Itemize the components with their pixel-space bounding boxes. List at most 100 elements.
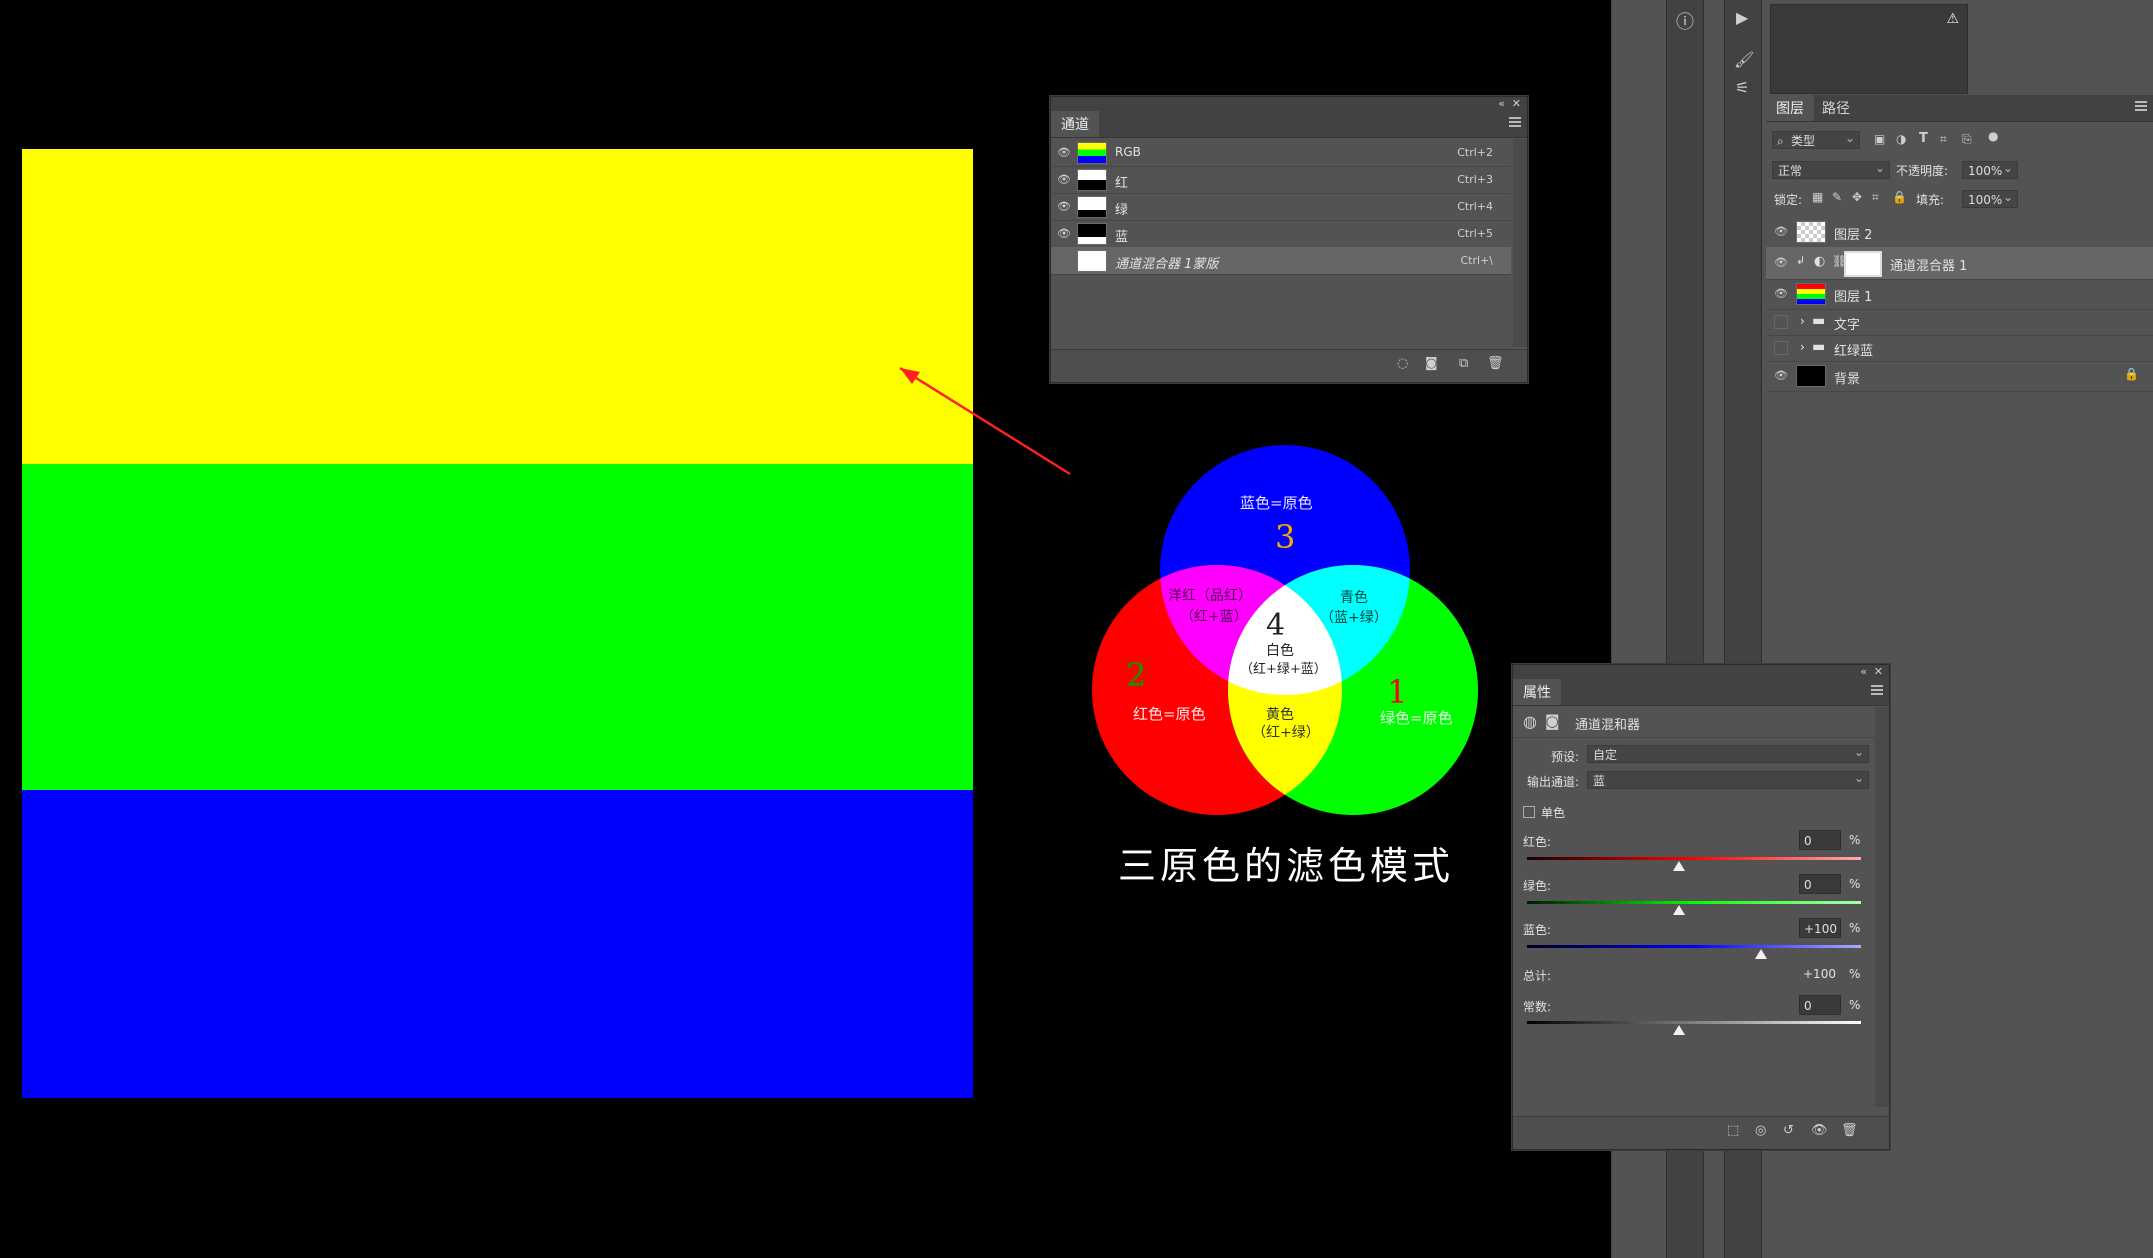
red-slider-track[interactable] [1527,857,1861,860]
channels-panel-titlebar[interactable]: « ✕ [1051,97,1527,111]
filter-toggle-icon[interactable]: ● [1988,129,1998,143]
visibility-eye-icon[interactable]: 👁 [1774,225,1788,239]
properties-scrollbar[interactable] [1875,707,1889,1107]
properties-panel-titlebar[interactable]: « ✕ [1513,665,1889,679]
collapse-icon[interactable]: « [1498,97,1505,111]
constant-slider-track[interactable] [1527,1021,1861,1024]
venn-yellow-sub: （红+绿） [1252,725,1320,741]
visibility-eye-icon[interactable]: 👁 [1057,146,1071,160]
panel-menu-icon[interactable] [2135,101,2147,111]
filter-smart-icon[interactable]: ⎘ [1962,132,1972,147]
visibility-eye-icon[interactable]: 👁 [1057,200,1071,214]
preset-dropdown[interactable]: 自定 [1587,743,1869,763]
layer-name[interactable]: 图层 1 [1834,286,1872,305]
layer-row-selected[interactable]: 👁 ↲ ◐ ⛓ 通道混合器 1 [1766,247,2153,280]
tab-properties[interactable]: 属性 [1513,679,1561,705]
expand-chevron-icon[interactable]: › [1800,314,1805,328]
green-slider-knob[interactable] [1673,905,1685,915]
green-value-field[interactable]: 0 [1799,874,1841,894]
lock-image-icon[interactable]: ✎ [1832,190,1842,204]
channel-row-mask[interactable]: 通道混合器 1蒙版 Ctrl+\ [1051,247,1511,275]
red-label: 红色: [1523,835,1552,849]
constant-slider-knob[interactable] [1673,1025,1685,1035]
layer-group-row[interactable]: › ▬ 文字 [1766,309,2153,336]
visibility-box[interactable] [1774,315,1788,329]
lock-transparent-icon[interactable]: ▦ [1812,190,1823,204]
channel-row-blue[interactable]: 👁 蓝 Ctrl+5 [1051,220,1511,248]
visibility-eye-icon[interactable]: 👁 [1057,173,1071,187]
visibility-eye-icon[interactable]: 👁 [1774,287,1788,301]
clip-to-layer-icon[interactable]: ⬚ [1727,1123,1739,1138]
fill-label: 填充: [1916,193,1945,207]
channel-row-green[interactable]: 👁 绿 Ctrl+4 [1051,193,1511,221]
output-channel-dropdown[interactable]: 蓝 [1587,769,1869,789]
opacity-field[interactable]: 100% [1962,159,2018,179]
venn-yellow-label: 黄色 [1266,707,1294,723]
layer-row[interactable]: 👁 背景 🔒 [1766,361,2153,392]
blue-slider-knob[interactable] [1755,949,1767,959]
blue-slider-track[interactable] [1527,945,1861,948]
panel-menu-icon[interactable] [1509,117,1521,127]
layer-name[interactable]: 背景 [1834,368,1860,387]
group-name[interactable]: 红绿蓝 [1834,340,1873,359]
red-slider-knob[interactable] [1673,861,1685,871]
tab-layers[interactable]: 图层 [1766,95,1814,121]
percent-sign: % [1849,921,1861,935]
mask-icon[interactable]: ◙ [1545,712,1560,730]
channels-scrollbar[interactable] [1513,139,1527,347]
delete-adjustment-icon[interactable]: 🗑 [1841,1123,1858,1138]
green-slider-track[interactable] [1527,901,1861,904]
red-value-field[interactable]: 0 [1799,830,1841,850]
folder-icon: ▬ [1812,313,1826,329]
monochrome-checkbox[interactable] [1523,806,1535,818]
mask-thumbnail[interactable] [1844,251,1882,277]
reset-icon[interactable]: ↺ [1783,1123,1794,1138]
channel-row-rgb[interactable]: 👁 RGB Ctrl+2 [1051,139,1511,167]
layer-group-row[interactable]: › ▬ 红绿蓝 [1766,335,2153,362]
expand-chevron-icon[interactable]: › [1800,340,1805,354]
tab-channels[interactable]: 通道 [1051,111,1099,137]
collapse-icon[interactable]: « [1860,665,1867,679]
visibility-box[interactable] [1774,341,1788,355]
brush-icon[interactable]: 🖌 [1734,50,1754,69]
adjustments-icon[interactable]: ⚟ [1735,78,1749,97]
blend-mode-dropdown[interactable]: 正常 [1772,159,1890,179]
constant-value-field[interactable]: 0 [1799,995,1841,1015]
save-selection-icon[interactable]: ◙ [1425,356,1438,371]
visibility-eye-icon[interactable]: 👁 [1774,369,1788,383]
fill-field[interactable]: 100% [1962,188,2018,208]
adjustment-type-icon[interactable]: ◍ [1523,712,1537,731]
close-icon[interactable]: ✕ [1874,665,1883,679]
info-icon[interactable]: ⓘ [1676,8,1694,34]
layer-name[interactable]: 图层 2 [1834,224,1872,243]
panel-menu-icon[interactable] [1871,685,1883,695]
close-icon[interactable]: ✕ [1512,97,1521,111]
blue-value-field[interactable]: +100 [1799,918,1841,938]
layer-row[interactable]: 👁 图层 2 [1766,217,2153,248]
toggle-visibility-icon[interactable]: 👁 [1811,1123,1828,1138]
view-previous-icon[interactable]: ◎ [1755,1123,1766,1138]
visibility-eye-icon[interactable]: 👁 [1057,227,1071,241]
layer-filter-dropdown[interactable]: ⌕ 类型 [1772,129,1860,149]
delete-channel-icon[interactable]: 🗑 [1487,356,1504,371]
layer-row[interactable]: 👁 图层 1 [1766,279,2153,310]
filter-shape-icon[interactable]: ⌗ [1940,132,1947,147]
channel-row-red[interactable]: 👁 红 Ctrl+3 [1051,166,1511,194]
lock-position-icon[interactable]: ✥ [1852,190,1862,204]
warning-icon[interactable]: ⚠ [1946,11,1959,27]
filter-pixel-icon[interactable]: ▣ [1874,132,1885,146]
filter-type-icon[interactable]: T [1919,131,1928,146]
new-channel-icon[interactable]: ⧉ [1459,356,1468,371]
visibility-eye-icon[interactable]: 👁 [1774,256,1788,270]
layer-name[interactable]: 通道混合器 1 [1890,255,1967,274]
channels-footer: ◌ ◙ ⧉ 🗑 [1051,349,1527,382]
play-icon[interactable]: ▶ [1736,8,1748,27]
lock-artboard-icon[interactable]: ⌗ [1872,190,1879,205]
venn-green-label: 绿色=原色 [1380,709,1453,727]
lock-all-icon[interactable]: 🔒 [1892,190,1907,204]
group-name[interactable]: 文字 [1834,314,1860,333]
tab-paths[interactable]: 路径 [1812,95,1860,121]
visibility-box[interactable] [1057,254,1071,268]
filter-adjustment-icon[interactable]: ◑ [1896,132,1906,146]
load-selection-icon[interactable]: ◌ [1397,356,1408,371]
